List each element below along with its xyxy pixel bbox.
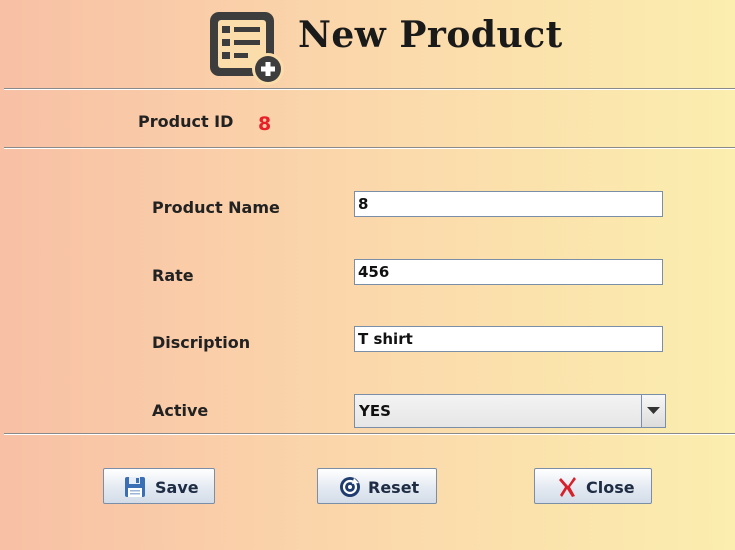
- rate-label: Rate: [152, 266, 194, 285]
- product-name-input[interactable]: [354, 191, 663, 217]
- header: New Product: [0, 0, 735, 88]
- description-input[interactable]: [354, 326, 663, 352]
- active-label: Active: [152, 401, 209, 420]
- divider-top: [4, 88, 735, 90]
- product-name-label: Product Name: [152, 198, 280, 217]
- reset-button[interactable]: Reset: [317, 468, 437, 504]
- save-button-label: Save: [155, 478, 199, 497]
- product-id-label: Product ID: [138, 112, 234, 131]
- product-id-value: 8: [258, 113, 272, 135]
- save-button[interactable]: Save: [103, 468, 215, 504]
- description-label: Discription: [152, 333, 251, 352]
- page-title: New Product: [298, 14, 563, 56]
- active-select-value: YES: [359, 402, 391, 420]
- active-select[interactable]: YES: [354, 394, 666, 428]
- close-button[interactable]: Close: [534, 468, 652, 504]
- divider-bottom: [4, 433, 735, 435]
- divider-id: [4, 147, 735, 149]
- close-button-label: Close: [586, 478, 635, 497]
- reset-icon: [339, 476, 361, 502]
- new-product-icon: [207, 8, 287, 88]
- chevron-down-icon: [647, 407, 660, 414]
- rate-input[interactable]: [354, 259, 663, 285]
- close-icon: [558, 476, 578, 502]
- save-icon: [124, 476, 146, 502]
- reset-button-label: Reset: [368, 478, 420, 497]
- dropdown-button[interactable]: [641, 395, 665, 427]
